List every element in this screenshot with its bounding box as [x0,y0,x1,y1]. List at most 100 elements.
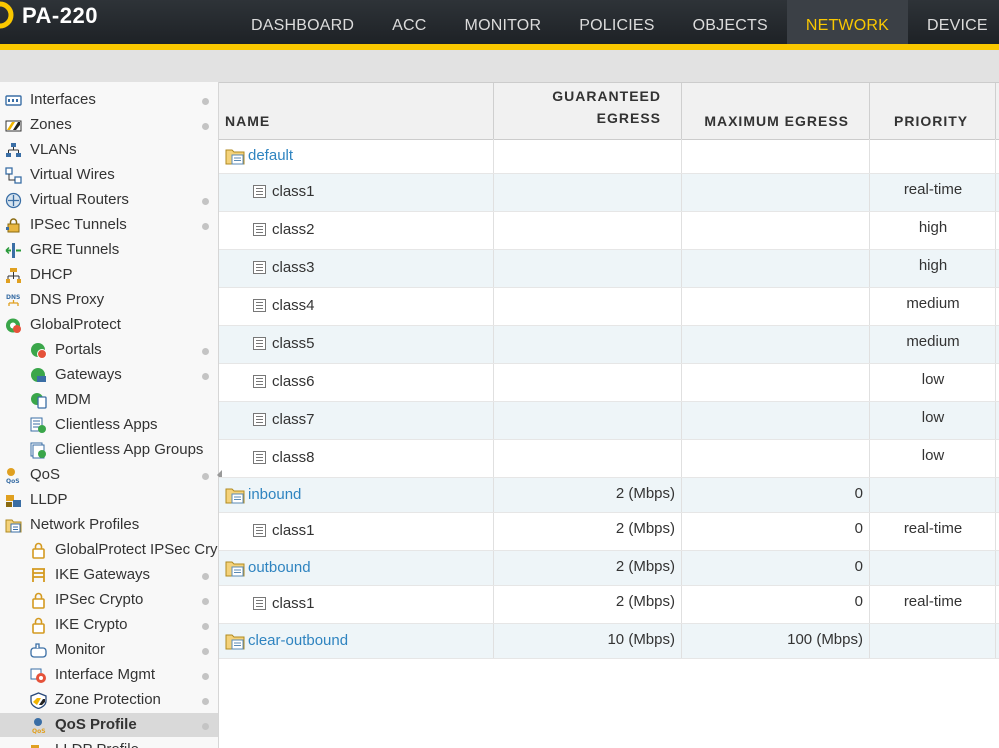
cell-name: class1 [219,174,493,211]
cell-maximum-egress [681,212,869,249]
table-row-class[interactable]: class7 low [219,402,999,440]
sidebar-item-dns-proxy[interactable]: DNS DNS Proxy [0,288,218,312]
tab-acc[interactable]: ACC [373,0,445,44]
column-header-guaranteed-egress[interactable]: GUARANTEED EGRESS [493,83,681,139]
tab-network[interactable]: NETWORK [786,0,909,44]
table-row-class[interactable]: class5 medium [219,326,999,364]
profile-name-link[interactable]: inbound [248,486,301,503]
table-row-profile[interactable]: outbound 2 (Mbps) 0 [219,551,999,586]
sidebar-item-label: DHCP [30,266,73,283]
cell-maximum-egress [681,288,869,325]
table-row-class[interactable]: class2 high [219,212,999,250]
cell-priority: high [869,250,995,287]
cell-priority: low [869,440,995,477]
priority-value: low [921,409,945,426]
priority-value: real-time [903,520,963,537]
cell-maximum-egress [681,402,869,439]
sidebar-item-label: LLDP [30,491,68,508]
sidebar-item-virtual-routers[interactable]: Virtual Routers [0,188,218,212]
tab-objects[interactable]: OBJECTS [674,0,787,44]
cell-maximum-egress: 0 [681,586,869,623]
cell-name: class5 [219,326,493,363]
cell-priority [869,139,995,173]
status-dot [202,573,209,580]
cell-name: class7 [219,402,493,439]
clientless-apps-icon [30,417,47,434]
sidebar-item-zone-protection[interactable]: Zone Protection [0,688,218,712]
sidebar-item-interface-mgmt[interactable]: Interface Mgmt [0,663,218,687]
sidebar-item-globalprotect[interactable]: GlobalProtect [0,313,218,337]
column-header-name-label: NAME [225,113,271,129]
sidebar-item-qos-profile[interactable]: QoS QoS Profile [0,713,218,737]
sidebar-item-virtual-wires[interactable]: Virtual Wires [0,163,218,187]
profile-name-link[interactable]: outbound [248,559,311,576]
tab-dashboard[interactable]: DASHBOARD [232,0,373,44]
tab-device[interactable]: DEVICE [908,0,999,44]
class-name: class2 [272,221,315,238]
sidebar-item-ipsec-crypto[interactable]: IPSec Crypto [0,588,218,612]
sidebar-item-gateways[interactable]: Gateways [0,363,218,387]
vlans-icon [5,142,22,159]
toolbar-strip [0,50,999,82]
column-header-maximum-egress[interactable]: MAXIMUM EGRESS [681,83,869,139]
class-list-icon [253,375,266,388]
sidebar-item-gre-tunnels[interactable]: GRE Tunnels [0,238,218,262]
tab-policies[interactable]: POLICIES [560,0,673,44]
main-tabs: DASHBOARD ACC MONITOR POLICIES OBJECTS N… [232,0,999,44]
tab-monitor[interactable]: MONITOR [446,0,561,44]
gateways-icon [30,367,47,384]
table-row-class[interactable]: class4 medium [219,288,999,326]
class-name: class6 [272,373,315,390]
sidebar-item-lldp[interactable]: LLDP [0,488,218,512]
class-name: class8 [272,449,315,466]
table-row-class[interactable]: class1 2 (Mbps) 0 real-time [219,513,999,551]
profile-name-link[interactable]: default [248,147,293,164]
column-header-priority[interactable]: PRIORITY [869,83,995,139]
class-list-icon [253,524,266,537]
sidebar-item-network-profiles[interactable]: Network Profiles [0,513,218,537]
sidebar-item-ipsec-tunnels[interactable]: IPSec Tunnels [0,213,218,237]
table-row-class[interactable]: class6 low [219,364,999,402]
table-row-class[interactable]: class1 real-time [219,174,999,212]
sidebar-item-ike-gateways[interactable]: IKE Gateways [0,563,218,587]
class-name: class1 [272,595,315,612]
cell-extra [995,250,999,287]
gre-tunnels-icon [5,242,22,259]
cell-guaranteed-egress: 2 (Mbps) [493,478,681,512]
cell-priority: medium [869,288,995,325]
sidebar-item-lldp-profile[interactable]: LLDP Profile [0,738,218,748]
sidebar-item-qos[interactable]: QoS QoS [0,463,218,487]
sidebar-item-vlans[interactable]: VLANs [0,138,218,162]
sidebar-item-zones[interactable]: Zones [0,113,218,137]
class-list-icon [253,597,266,610]
table-row-profile[interactable]: inbound 2 (Mbps) 0 [219,478,999,513]
sidebar-item-mdm[interactable]: MDM [0,388,218,412]
cell-extra [995,478,999,512]
table-row-profile[interactable]: clear-outbound 10 (Mbps) 100 (Mbps) [219,624,999,659]
sidebar-item-dhcp[interactable]: DHCP [0,263,218,287]
status-dot [202,648,209,655]
sidebar-item-clientless-app-groups[interactable]: Clientless App Groups [0,438,218,462]
sidebar-item-ike-crypto[interactable]: IKE Crypto [0,613,218,637]
sidebar-item-monitor[interactable]: Monitor [0,638,218,662]
cell-name: class8 [219,440,493,477]
cell-priority: low [869,364,995,401]
priority-value: real-time [903,181,963,198]
table-row-class[interactable]: class3 high [219,250,999,288]
sidebar-item-interfaces[interactable]: Interfaces [0,88,218,112]
sidebar-item-portals[interactable]: Portals [0,338,218,362]
sidebar-item-globalprotect-ipsec-cryp[interactable]: GlobalProtect IPSec Cryp [0,538,218,562]
sidebar-item-label: Clientless Apps [55,416,158,433]
table-row-profile[interactable]: default [219,139,999,174]
network-profiles-icon [5,517,22,534]
cell-maximum-egress [681,250,869,287]
cell-guaranteed-egress [493,288,681,325]
table-row-class[interactable]: class8 low [219,440,999,478]
table-row-class[interactable]: class1 2 (Mbps) 0 real-time [219,586,999,624]
sidebar-item-clientless-apps[interactable]: Clientless Apps [0,413,218,437]
cell-name: class4 [219,288,493,325]
column-header-priority-label: PRIORITY [894,113,969,129]
column-header-name[interactable]: NAME [219,83,493,139]
column-header-guaranteed-egress-label: GUARANTEED EGRESS [552,88,661,126]
profile-name-link[interactable]: clear-outbound [248,632,348,649]
